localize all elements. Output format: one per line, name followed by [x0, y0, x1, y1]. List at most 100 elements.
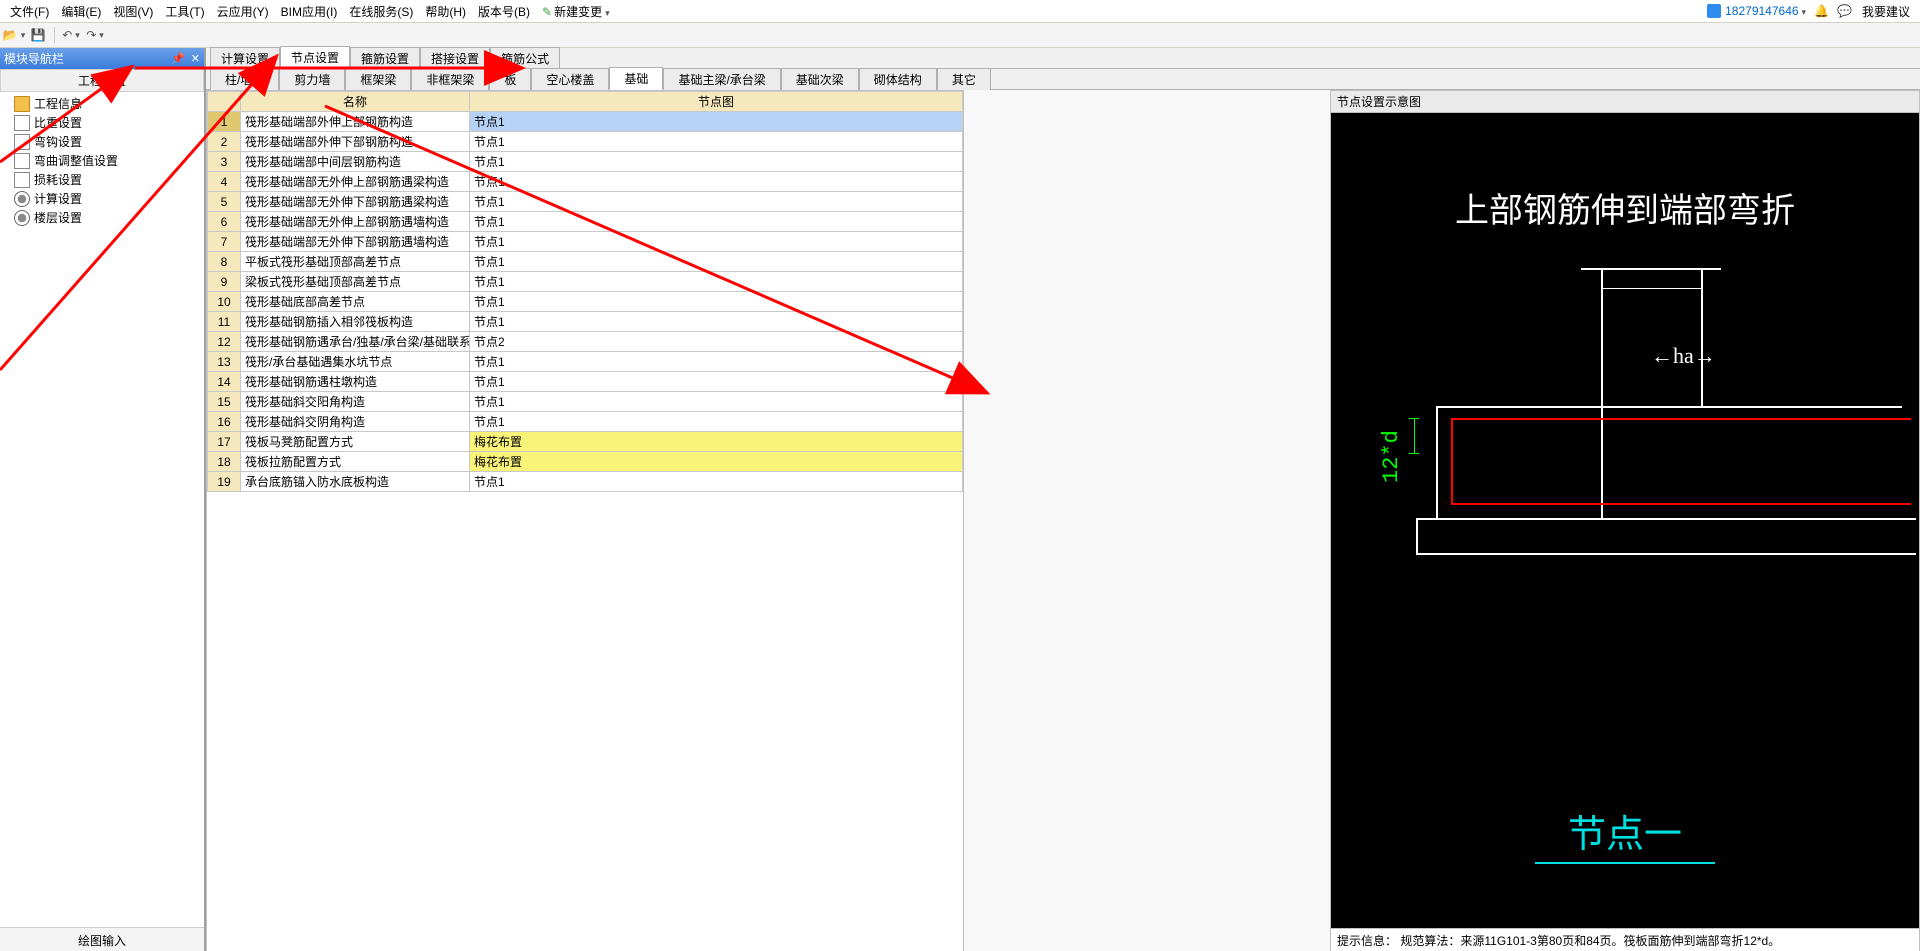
table-row[interactable]: 5筏形基础端部无外伸下部钢筋遇梁构造节点1: [208, 192, 963, 212]
table-row[interactable]: 17筏板马凳筋配置方式梅花布置: [208, 432, 963, 452]
row-node-image[interactable]: 节点1: [470, 272, 963, 292]
row-node-image[interactable]: 节点1: [470, 472, 963, 492]
table-row[interactable]: 3筏形基础端部中间层钢筋构造节点1: [208, 152, 963, 172]
row-node-image[interactable]: 节点1: [470, 252, 963, 272]
row-node-image[interactable]: 节点1: [470, 152, 963, 172]
top-tab-1[interactable]: 节点设置: [280, 46, 350, 69]
row-index: 7: [208, 232, 241, 252]
nav-item-4[interactable]: 损耗设置: [0, 170, 204, 189]
sub-tab-8[interactable]: 基础次梁: [781, 68, 859, 90]
nav-item-0[interactable]: 工程信息: [0, 94, 204, 113]
nav-footer[interactable]: 绘图输入: [0, 927, 204, 951]
table-row[interactable]: 10筏形基础底部高差节点节点1: [208, 292, 963, 312]
top-tab-0[interactable]: 计算设置: [210, 47, 280, 69]
feedback-link[interactable]: 我要建议: [1856, 1, 1916, 22]
nav-panel-title-text: 模块导航栏: [4, 50, 64, 67]
top-tab-2[interactable]: 箍筋设置: [350, 47, 420, 69]
row-index: 18: [208, 452, 241, 472]
row-node-image[interactable]: 节点1: [470, 112, 963, 132]
row-node-image[interactable]: 节点1: [470, 292, 963, 312]
table-row[interactable]: 12筏形基础钢筋遇承台/独基/承台梁/基础联系梁/节点2: [208, 332, 963, 352]
table-row[interactable]: 13筏形/承台基础遇集水坑节点节点1: [208, 352, 963, 372]
undo-button[interactable]: ↶: [61, 25, 81, 45]
table-row[interactable]: 11筏形基础钢筋插入相邻筏板构造节点1: [208, 312, 963, 332]
redo-button[interactable]: ↷: [85, 25, 105, 45]
menu-cloud[interactable]: 云应用(Y): [211, 1, 275, 22]
open-button[interactable]: 📂: [4, 25, 24, 45]
table-row[interactable]: 19承台底筋锚入防水底板构造节点1: [208, 472, 963, 492]
row-node-image[interactable]: 节点1: [470, 232, 963, 252]
row-node-image[interactable]: 节点1: [470, 132, 963, 152]
pin-icon[interactable]: 📌: [171, 52, 185, 65]
table-row[interactable]: 8平板式筏形基础顶部高差节点节点1: [208, 252, 963, 272]
row-node-image[interactable]: 节点1: [470, 172, 963, 192]
menubar-left: 文件(F) 编辑(E) 视图(V) 工具(T) 云应用(Y) BIM应用(I) …: [4, 1, 616, 22]
nav-section-header[interactable]: 工程设置: [0, 69, 204, 92]
sub-tab-4[interactable]: 板: [489, 68, 531, 90]
content-split: 名称 节点图 1筏形基础端部外伸上部钢筋构造节点12筏形基础端部外伸下部钢筋构造…: [206, 90, 1920, 951]
save-button[interactable]: 💾: [28, 25, 48, 45]
file-icon: [14, 115, 30, 131]
table-row[interactable]: 9梁板式筏形基础顶部高差节点节点1: [208, 272, 963, 292]
sub-tabs: 柱/墙柱剪力墙框架梁非框架梁板空心楼盖基础基础主梁/承台梁基础次梁砌体结构其它: [206, 69, 1920, 90]
table-row[interactable]: 4筏形基础端部无外伸上部钢筋遇梁构造节点1: [208, 172, 963, 192]
table-row[interactable]: 16筏形基础斜交阴角构造节点1: [208, 412, 963, 432]
nav-item-label: 楼层设置: [34, 209, 82, 226]
menu-file[interactable]: 文件(F): [4, 1, 55, 22]
row-index: 13: [208, 352, 241, 372]
sub-tab-5[interactable]: 空心楼盖: [531, 68, 609, 90]
sub-tab-7[interactable]: 基础主梁/承台梁: [663, 68, 780, 90]
top-tab-3[interactable]: 搭接设置: [420, 47, 490, 69]
table-row[interactable]: 18筏板拉筋配置方式梅花布置: [208, 452, 963, 472]
menu-new-change[interactable]: 新建变更: [536, 1, 616, 22]
menu-online[interactable]: 在线服务(S): [343, 1, 419, 22]
menu-view[interactable]: 视图(V): [107, 1, 159, 22]
sub-tab-9[interactable]: 砌体结构: [859, 68, 937, 90]
hint-label: 提示信息：: [1337, 934, 1397, 948]
nav-item-1[interactable]: 比重设置: [0, 113, 204, 132]
menu-bim[interactable]: BIM应用(I): [275, 1, 344, 22]
bell-icon[interactable]: 🔔: [1814, 4, 1829, 18]
sub-tab-0[interactable]: 柱/墙柱: [210, 68, 279, 90]
nav-item-6[interactable]: 楼层设置: [0, 208, 204, 227]
row-node-image[interactable]: 节点2: [470, 332, 963, 352]
nav-item-5[interactable]: 计算设置: [0, 189, 204, 208]
table-row[interactable]: 2筏形基础端部外伸下部钢筋构造节点1: [208, 132, 963, 152]
nav-item-label: 比重设置: [34, 114, 82, 131]
sub-tab-10[interactable]: 其它: [937, 68, 991, 90]
close-icon[interactable]: ✕: [191, 52, 200, 65]
table-row[interactable]: 15筏形基础斜交阳角构造节点1: [208, 392, 963, 412]
menu-help[interactable]: 帮助(H): [419, 1, 472, 22]
row-node-image[interactable]: 节点1: [470, 412, 963, 432]
menu-tools[interactable]: 工具(T): [159, 1, 210, 22]
user-id[interactable]: 18279147646: [1725, 4, 1806, 18]
table-row[interactable]: 7筏形基础端部无外伸下部钢筋遇墙构造节点1: [208, 232, 963, 252]
row-node-image[interactable]: 节点1: [470, 212, 963, 232]
menu-version[interactable]: 版本号(B): [472, 1, 536, 22]
row-node-image[interactable]: 节点1: [470, 192, 963, 212]
sub-tab-3[interactable]: 非框架梁: [411, 68, 489, 90]
row-node-image[interactable]: 梅花布置: [470, 432, 963, 452]
feedback-icon[interactable]: 💬: [1837, 4, 1852, 18]
row-index: 19: [208, 472, 241, 492]
row-node-image[interactable]: 节点1: [470, 372, 963, 392]
row-node-image[interactable]: 梅花布置: [470, 452, 963, 472]
row-index: 16: [208, 412, 241, 432]
nav-item-3[interactable]: 弯曲调整值设置: [0, 151, 204, 170]
table-row[interactable]: 6筏形基础端部无外伸上部钢筋遇墙构造节点1: [208, 212, 963, 232]
nav-tree: 工程信息比重设置弯钩设置弯曲调整值设置损耗设置计算设置楼层设置: [0, 92, 204, 927]
sub-tab-6[interactable]: 基础: [609, 67, 663, 90]
row-index: 4: [208, 172, 241, 192]
table-row[interactable]: 1筏形基础端部外伸上部钢筋构造节点1: [208, 112, 963, 132]
row-name: 筏板马凳筋配置方式: [241, 432, 470, 452]
row-node-image[interactable]: 节点1: [470, 392, 963, 412]
row-node-image[interactable]: 节点1: [470, 352, 963, 372]
row-node-image[interactable]: 节点1: [470, 312, 963, 332]
col-name-header: 名称: [241, 92, 470, 112]
menu-edit[interactable]: 编辑(E): [55, 1, 107, 22]
sub-tab-2[interactable]: 框架梁: [345, 68, 411, 90]
top-tab-4[interactable]: 箍筋公式: [490, 47, 560, 69]
table-row[interactable]: 14筏形基础钢筋遇柱墩构造节点1: [208, 372, 963, 392]
nav-item-2[interactable]: 弯钩设置: [0, 132, 204, 151]
sub-tab-1[interactable]: 剪力墙: [279, 68, 345, 90]
